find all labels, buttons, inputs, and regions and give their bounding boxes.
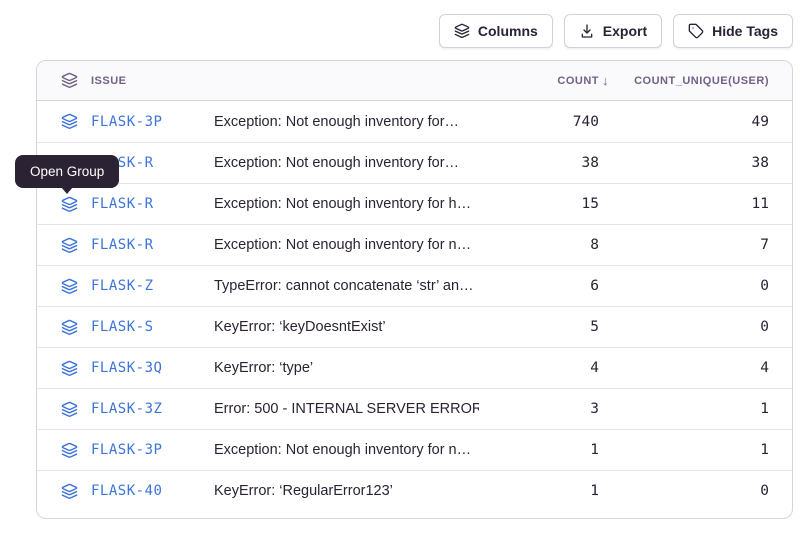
count-unique-value: 38 <box>599 155 792 171</box>
issue-cell: FLASK-3Z <box>37 401 214 418</box>
open-group-icon[interactable] <box>61 360 78 377</box>
count-unique-value: 0 <box>599 278 792 294</box>
count-value: 5 <box>479 319 599 335</box>
issue-cell: FLASK-R <box>37 237 214 254</box>
table-toolbar: Columns Export Hide Tags <box>439 14 793 48</box>
issue-title: Exception: Not enough inventory for h… <box>214 196 479 212</box>
open-group-tooltip: Open Group <box>15 155 119 188</box>
issue-link[interactable]: FLASK-3Q <box>91 360 162 376</box>
table-row: FLASK-3P Exception: Not enough inventory… <box>37 429 792 470</box>
hide-tags-button-label: Hide Tags <box>712 23 778 39</box>
issue-link[interactable]: FLASK-Z <box>91 278 154 294</box>
results-table: ISSUE COUNT ↓ COUNT_UNIQUE(USER) FLASK-3… <box>36 60 793 519</box>
count-value: 3 <box>479 401 599 417</box>
issue-link[interactable]: FLASK-3Z <box>91 401 162 417</box>
issue-cell: FLASK-Z <box>37 278 214 295</box>
issue-link[interactable]: FLASK-S <box>91 319 154 335</box>
open-group-icon[interactable] <box>61 319 78 336</box>
issue-title: Exception: Not enough inventory for… <box>214 114 479 130</box>
issue-link[interactable]: FLASK-3P <box>91 442 162 458</box>
table-row: FLASK-Z TypeError: cannot concatenate ‘s… <box>37 265 792 306</box>
table-row: FLASK-S KeyError: ‘keyDoesntExist’ 5 0 <box>37 306 792 347</box>
issue-cell: FLASK-S <box>37 319 214 336</box>
open-group-icon[interactable] <box>61 196 78 213</box>
issue-title: Error: 500 - INTERNAL SERVER ERROR <box>214 401 479 417</box>
count-unique-value: 1 <box>599 442 792 458</box>
issue-cell: FLASK-40 <box>37 483 214 500</box>
issue-title: Exception: Not enough inventory for n… <box>214 442 479 458</box>
count-unique-value: 0 <box>599 483 792 499</box>
issue-link[interactable]: FLASK-3P <box>91 114 162 130</box>
issue-title: TypeError: cannot concatenate ‘str’ an… <box>214 278 479 294</box>
issue-cell: FLASK-3P <box>37 113 214 130</box>
columns-button-label: Columns <box>478 23 538 39</box>
columns-button[interactable]: Columns <box>439 14 553 48</box>
table-row: FLASK-R Exception: Not enough inventory … <box>37 183 792 224</box>
table-row: FLASK-3Z Error: 500 - INTERNAL SERVER ER… <box>37 388 792 429</box>
column-header-issue[interactable]: ISSUE <box>37 72 214 89</box>
tooltip-arrow <box>61 187 73 194</box>
export-button[interactable]: Export <box>564 14 662 48</box>
download-icon <box>579 23 595 39</box>
issue-title: KeyError: ‘keyDoesntExist’ <box>214 319 479 335</box>
hide-tags-button[interactable]: Hide Tags <box>673 14 793 48</box>
table-header-row: ISSUE COUNT ↓ COUNT_UNIQUE(USER) <box>37 61 792 101</box>
table-row: FLASK-R Exception: Not enough inventory … <box>37 224 792 265</box>
count-column-label: COUNT <box>557 75 599 87</box>
count-unique-value: 11 <box>599 196 792 212</box>
issue-column-label: ISSUE <box>91 75 127 87</box>
count-value: 740 <box>479 114 599 130</box>
export-button-label: Export <box>603 23 647 39</box>
table-row: FLASK-R Exception: Not enough inventory … <box>37 142 792 183</box>
column-header-count-unique[interactable]: COUNT_UNIQUE(USER) <box>599 75 792 87</box>
table-row: FLASK-3P Exception: Not enough inventory… <box>37 101 792 142</box>
open-group-icon[interactable] <box>61 237 78 254</box>
layers-icon <box>61 72 78 89</box>
issue-title: Exception: Not enough inventory for… <box>214 155 479 171</box>
count-value: 1 <box>479 483 599 499</box>
table-row: FLASK-3Q KeyError: ‘type’ 4 4 <box>37 347 792 388</box>
count-value: 15 <box>479 196 599 212</box>
issue-cell: FLASK-R <box>37 196 214 213</box>
count-value: 38 <box>479 155 599 171</box>
open-group-icon[interactable] <box>61 483 78 500</box>
issue-title: KeyError: ‘RegularError123’ <box>214 483 479 499</box>
open-group-icon[interactable] <box>61 113 78 130</box>
count-unique-value: 1 <box>599 401 792 417</box>
count-unique-value: 49 <box>599 114 792 130</box>
open-group-icon[interactable] <box>61 442 78 459</box>
layers-icon <box>454 23 470 39</box>
table-body: FLASK-3P Exception: Not enough inventory… <box>37 101 792 511</box>
count-value: 6 <box>479 278 599 294</box>
issue-title: Exception: Not enough inventory for n… <box>214 237 479 253</box>
count-unique-column-label: COUNT_UNIQUE(USER) <box>634 75 769 87</box>
tag-icon <box>688 23 704 39</box>
issue-link[interactable]: FLASK-R <box>91 196 154 212</box>
count-value: 1 <box>479 442 599 458</box>
issue-link[interactable]: FLASK-R <box>91 237 154 253</box>
count-value: 4 <box>479 360 599 376</box>
count-unique-value: 7 <box>599 237 792 253</box>
column-header-count[interactable]: COUNT ↓ <box>479 73 599 88</box>
table-row: FLASK-40 KeyError: ‘RegularError123’ 1 0 <box>37 470 792 511</box>
count-value: 8 <box>479 237 599 253</box>
issue-cell: FLASK-3Q <box>37 360 214 377</box>
open-group-icon[interactable] <box>61 401 78 418</box>
issue-title: KeyError: ‘type’ <box>214 360 479 376</box>
issue-cell: FLASK-3P <box>37 442 214 459</box>
tooltip-text: Open Group <box>30 164 104 179</box>
issue-link[interactable]: FLASK-40 <box>91 483 162 499</box>
count-unique-value: 4 <box>599 360 792 376</box>
open-group-icon[interactable] <box>61 278 78 295</box>
count-unique-value: 0 <box>599 319 792 335</box>
